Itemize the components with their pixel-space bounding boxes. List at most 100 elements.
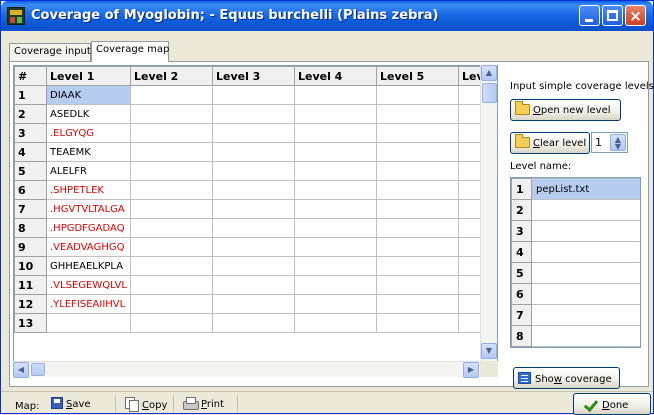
level-name-cell[interactable] <box>531 304 640 326</box>
level-1-cell[interactable]: ASEDLK <box>46 104 131 124</box>
vertical-scrollbar[interactable]: ▲ ▼ <box>480 65 497 361</box>
level-name-number[interactable]: 8 <box>511 325 532 347</box>
level-name-cell[interactable]: pepList.txt <box>531 178 640 200</box>
level-1-cell[interactable]: .YLEFISEAIIHVL <box>46 294 131 314</box>
level-5-cell[interactable] <box>375 180 459 200</box>
level-1-cell[interactable]: ALELFR <box>46 161 131 181</box>
title-bar[interactable]: Coverage of Myoglobin; - Equus burchelli… <box>1 1 653 31</box>
level-2-cell[interactable] <box>129 123 213 143</box>
level-2-cell[interactable] <box>129 180 213 200</box>
grid-header-level-3[interactable]: Level 3 <box>211 66 295 86</box>
level-name-row[interactable]: 2 <box>511 199 640 221</box>
table-row[interactable]: 6 .SHPETLEK <box>14 180 489 200</box>
level-4-cell[interactable] <box>293 123 377 143</box>
row-number[interactable]: 5 <box>14 161 47 181</box>
level-name-number[interactable]: 2 <box>511 199 532 221</box>
row-number[interactable]: 1 <box>14 85 47 105</box>
level-name-cell[interactable] <box>531 241 640 263</box>
level-1-cell[interactable]: .HPGDFGADAQ <box>46 218 131 238</box>
grid-header-level-2[interactable]: Level 2 <box>129 66 213 86</box>
level-4-cell[interactable] <box>293 199 377 219</box>
level-4-cell[interactable] <box>293 142 377 162</box>
table-row[interactable]: 10 GHHEAELKPLA <box>14 256 489 276</box>
spinner-buttons[interactable]: ▲ ▼ <box>610 134 626 151</box>
level-1-cell[interactable]: TEAEMK <box>46 142 131 162</box>
row-number[interactable]: 2 <box>14 104 47 124</box>
level-1-cell[interactable]: GHHEAELKPLA <box>46 256 131 276</box>
level-name-number[interactable]: 1 <box>511 178 532 200</box>
level-1-cell[interactable]: DIAAK <box>46 85 131 105</box>
horizontal-scrollbar[interactable]: ◀ ▶ <box>13 361 480 378</box>
row-number[interactable]: 10 <box>14 256 47 276</box>
level-2-cell[interactable] <box>129 294 213 314</box>
level-2-cell[interactable] <box>129 161 213 181</box>
level-5-cell[interactable] <box>375 313 459 333</box>
table-row[interactable]: 3 .ELGYQG <box>14 123 489 143</box>
table-row[interactable]: 5 ALELFR <box>14 161 489 181</box>
grid-header-level-4[interactable]: Level 4 <box>293 66 377 86</box>
spin-down-icon[interactable]: ▼ <box>611 143 625 151</box>
level-1-cell[interactable]: .SHPETLEK <box>46 180 131 200</box>
level-name-number[interactable]: 5 <box>511 262 532 284</box>
level-5-cell[interactable] <box>375 256 459 276</box>
level-1-cell[interactable] <box>46 313 131 333</box>
table-row[interactable]: 7 .HGVTVLTALGA <box>14 199 489 219</box>
level-1-cell[interactable]: .VEADVAGHGQ <box>46 237 131 257</box>
row-number[interactable]: 8 <box>14 218 47 238</box>
level-3-cell[interactable] <box>211 275 295 295</box>
level-3-cell[interactable] <box>211 313 295 333</box>
scroll-up-button[interactable]: ▲ <box>481 65 497 81</box>
level-4-cell[interactable] <box>293 161 377 181</box>
level-5-cell[interactable] <box>375 142 459 162</box>
level-3-cell[interactable] <box>211 161 295 181</box>
table-row[interactable]: 13 <box>14 313 489 333</box>
level-4-cell[interactable] <box>293 313 377 333</box>
tab-coverage-input[interactable]: Coverage input <box>9 43 91 61</box>
level-5-cell[interactable] <box>375 123 459 143</box>
grid-header-level-1[interactable]: Level 1 <box>46 66 131 86</box>
maximize-button[interactable] <box>602 5 623 26</box>
level-4-cell[interactable] <box>293 275 377 295</box>
vertical-scroll-thumb[interactable] <box>482 83 497 103</box>
level-name-cell[interactable] <box>531 262 640 284</box>
level-5-cell[interactable] <box>375 161 459 181</box>
level-name-cell[interactable] <box>531 220 640 242</box>
level-name-cell[interactable] <box>531 325 640 347</box>
level-name-number[interactable]: 7 <box>511 304 532 326</box>
row-number[interactable]: 11 <box>14 275 47 295</box>
scroll-right-button[interactable]: ▶ <box>463 362 479 378</box>
level-name-row[interactable]: 7 <box>511 304 640 326</box>
level-3-cell[interactable] <box>211 180 295 200</box>
done-button[interactable]: Done <box>573 393 651 415</box>
level-name-number[interactable]: 6 <box>511 283 532 305</box>
scroll-down-button[interactable]: ▼ <box>481 343 497 359</box>
level-4-cell[interactable] <box>293 294 377 314</box>
tab-coverage-map[interactable]: Coverage map <box>91 41 169 62</box>
table-row[interactable]: 8 .HPGDFGADAQ <box>14 218 489 238</box>
level-3-cell[interactable] <box>211 104 295 124</box>
row-number[interactable]: 13 <box>14 313 47 333</box>
app-icon[interactable] <box>7 7 25 25</box>
level-2-cell[interactable] <box>129 313 213 333</box>
minimize-button[interactable] <box>579 5 600 26</box>
level-4-cell[interactable] <box>293 180 377 200</box>
level-3-cell[interactable] <box>211 256 295 276</box>
level-1-cell[interactable]: .HGVTVLTALGA <box>46 199 131 219</box>
table-row[interactable]: 12 .YLEFISEAIIHVL <box>14 294 489 314</box>
level-4-cell[interactable] <box>293 85 377 105</box>
clear-level-button[interactable]: Clear level <box>510 132 590 154</box>
grid-header-level-5[interactable]: Level 5 <box>375 66 459 86</box>
level-5-cell[interactable] <box>375 85 459 105</box>
level-number-spinner[interactable]: 1 ▲ ▼ <box>591 132 628 153</box>
level-name-row[interactable]: 1 pepList.txt <box>511 178 640 200</box>
scroll-left-button[interactable]: ◀ <box>13 362 29 378</box>
level-5-cell[interactable] <box>375 275 459 295</box>
level-4-cell[interactable] <box>293 104 377 124</box>
level-5-cell[interactable] <box>375 218 459 238</box>
grid-header-number[interactable]: # <box>14 66 47 86</box>
level-3-cell[interactable] <box>211 123 295 143</box>
level-name-cell[interactable] <box>531 283 640 305</box>
row-number[interactable]: 6 <box>14 180 47 200</box>
level-5-cell[interactable] <box>375 104 459 124</box>
level-2-cell[interactable] <box>129 104 213 124</box>
